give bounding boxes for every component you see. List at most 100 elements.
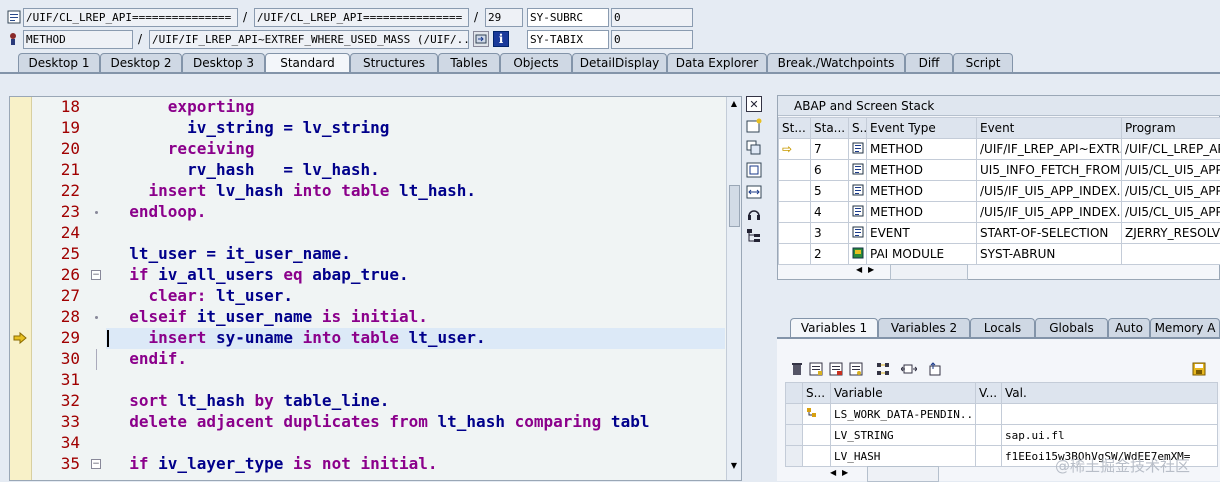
code-keyword: insert xyxy=(149,328,207,347)
variables-column-header[interactable]: S... xyxy=(803,383,831,404)
tab-script[interactable]: Script xyxy=(953,53,1013,73)
code-text: lv_hash xyxy=(206,181,293,200)
code-text xyxy=(110,97,168,116)
vars-horizontal-scroll-thumb[interactable] xyxy=(867,466,939,482)
delete-icon[interactable] xyxy=(789,361,805,377)
event-type-field[interactable]: METHOD xyxy=(23,30,133,49)
row-selector[interactable] xyxy=(786,446,803,467)
headset-icon[interactable] xyxy=(746,206,762,222)
fold-toggle-icon[interactable]: − xyxy=(91,270,101,280)
maximize-icon[interactable] xyxy=(746,162,762,178)
variable-name[interactable]: LS_WORK_DATA-PENDIN... xyxy=(831,404,976,425)
variable-value[interactable]: sap.ui.fl xyxy=(1002,425,1218,446)
code-text xyxy=(110,181,149,200)
stack-column-header[interactable]: Sta... xyxy=(811,118,849,139)
variables-column-header[interactable]: Val. xyxy=(1002,383,1218,404)
tab-standard[interactable]: Standard xyxy=(265,53,350,73)
var-tab-globals[interactable]: Globals xyxy=(1035,318,1108,338)
detail-view-icon[interactable] xyxy=(808,361,824,377)
variable-row[interactable]: LV_STRING sap.ui.fl xyxy=(786,425,1218,446)
vars-scroll-left-icon[interactable]: ◀ xyxy=(830,467,838,479)
stack-row[interactable]: 3EVENTSTART-OF-SELECTIONZJERRY_RESOLVE xyxy=(779,223,1220,244)
stack-row[interactable]: 5METHOD/UI5/IF_UI5_APP_INDEX.../UI5/CL_U… xyxy=(779,181,1220,202)
new-window-icon[interactable] xyxy=(746,118,762,134)
transfer-icon[interactable] xyxy=(901,361,917,377)
variable-name[interactable]: LV_HASH xyxy=(831,446,976,467)
row-selector[interactable] xyxy=(786,404,803,425)
navigate-icon[interactable] xyxy=(473,31,489,47)
close-icon[interactable]: ✕ xyxy=(746,96,762,112)
main-program-field[interactable]: /UIF/CL_LREP_API=============== xyxy=(23,8,238,27)
editor-toolbar: ✕ xyxy=(743,96,767,246)
include-field[interactable]: /UIF/CL_LREP_API=============== xyxy=(254,8,469,27)
variables-column-header[interactable]: V... xyxy=(976,383,1002,404)
editor-vertical-scrollbar[interactable]: ▲ ▼ xyxy=(726,97,741,481)
tab-desktop-2[interactable]: Desktop 2 xyxy=(100,53,182,73)
stack-column-header[interactable]: Event Type xyxy=(867,118,977,139)
stack-row[interactable]: ⇨7METHOD/UIF/IF_LREP_API~EXTR.../UIF/CL_… xyxy=(779,139,1220,160)
tab-data-explorer[interactable]: Data Explorer xyxy=(667,53,767,73)
stack-event: /UIF/IF_LREP_API~EXTR... xyxy=(977,139,1122,160)
settings-list-icon[interactable] xyxy=(848,361,864,377)
code-keyword: eq xyxy=(283,265,302,284)
editor-scroll-thumb[interactable] xyxy=(729,185,740,227)
variables-toolbar xyxy=(789,361,1209,379)
stack-column-header[interactable]: St... xyxy=(779,118,811,139)
variable-row[interactable]: LS_WORK_DATA-PENDIN... xyxy=(786,404,1218,425)
stack-scroll-left-icon[interactable]: ◀ xyxy=(856,264,864,276)
code-keyword: clear: xyxy=(149,286,207,305)
tree-structure-icon[interactable] xyxy=(746,228,762,244)
sy-tabix-value[interactable]: 0 xyxy=(611,30,693,49)
tab-objects[interactable]: Objects xyxy=(500,53,572,73)
tab-desktop-3[interactable]: Desktop 3 xyxy=(182,53,265,73)
tab-structures[interactable]: Structures xyxy=(350,53,438,73)
tab-desktop-1[interactable]: Desktop 1 xyxy=(18,53,100,73)
stack-column-header[interactable]: Program xyxy=(1122,118,1220,139)
var-tab-memory-a[interactable]: Memory A xyxy=(1150,318,1220,338)
tab-detaildisplay[interactable]: DetailDisplay xyxy=(572,53,667,73)
variables-column-header[interactable]: Variable xyxy=(831,383,976,404)
stack-row[interactable]: 2PAI MODULESYST-ABRUN xyxy=(779,244,1220,265)
code-icon xyxy=(849,181,867,202)
copy-icon[interactable] xyxy=(746,140,762,156)
hierarchy-icon[interactable] xyxy=(876,361,892,377)
code-line: if iv_all_users eq abap_true. xyxy=(110,265,409,284)
sy-subrc-value[interactable]: 0 xyxy=(611,8,693,27)
split-horizontal-icon[interactable] xyxy=(746,184,762,200)
stack-column-header[interactable]: Event xyxy=(977,118,1122,139)
var-tab-variables-2[interactable]: Variables 2 xyxy=(878,318,970,338)
desktop-tabstrip: Desktop 1Desktop 2Desktop 3StandardStruc… xyxy=(0,53,1220,73)
stack-scroll-right-icon[interactable]: ▶ xyxy=(868,264,876,276)
stack-row[interactable]: 4METHOD/UI5/IF_UI5_APP_INDEX.../UI5/CL_U… xyxy=(779,202,1220,223)
stack-row[interactable]: 6METHODUI5_INFO_FETCH_FROM.../UI5/CL_UI5… xyxy=(779,160,1220,181)
save-icon[interactable] xyxy=(1191,361,1207,377)
export-icon[interactable] xyxy=(927,361,943,377)
line-number: 22 xyxy=(61,181,80,200)
line-number-field[interactable]: 29 xyxy=(485,8,523,27)
edit-list-icon[interactable] xyxy=(828,361,844,377)
var-tab-locals[interactable]: Locals xyxy=(970,318,1035,338)
info-icon[interactable]: i xyxy=(493,31,509,47)
line-number: 18 xyxy=(61,97,80,116)
variable-name[interactable]: LV_STRING xyxy=(831,425,976,446)
tab-diff[interactable]: Diff xyxy=(905,53,953,73)
var-tab-auto[interactable]: Auto xyxy=(1108,318,1150,338)
vars-scroll-right-icon[interactable]: ▶ xyxy=(842,467,850,479)
event-name-field[interactable]: /UIF/IF_LREP_API~EXTREF_WHERE_USED_MASS … xyxy=(149,30,469,49)
breakpoint-gutter[interactable] xyxy=(10,97,32,481)
stack-column-header[interactable]: S.. xyxy=(849,118,867,139)
scroll-up-arrow-icon[interactable]: ▲ xyxy=(729,99,739,109)
stack-horizontal-scroll-thumb[interactable] xyxy=(890,264,968,280)
code-line: if iv_layer_type is not initial. xyxy=(110,454,438,473)
tab-break-watchpoints[interactable]: Break./Watchpoints xyxy=(767,53,905,73)
variable-value[interactable] xyxy=(1002,404,1218,425)
code-keyword: exporting xyxy=(168,97,255,116)
screen-icon xyxy=(849,244,867,265)
scroll-down-arrow-icon[interactable]: ▼ xyxy=(729,461,739,471)
tab-tables[interactable]: Tables xyxy=(438,53,500,73)
source-editor[interactable]: 181920212223242526272829303132333435 −− … xyxy=(9,96,742,481)
row-selector[interactable] xyxy=(786,425,803,446)
var-tab-variables-1[interactable]: Variables 1 xyxy=(790,318,878,338)
code-keyword: delete adjacent duplicates from xyxy=(129,412,428,431)
fold-toggle-icon[interactable]: − xyxy=(91,459,101,469)
